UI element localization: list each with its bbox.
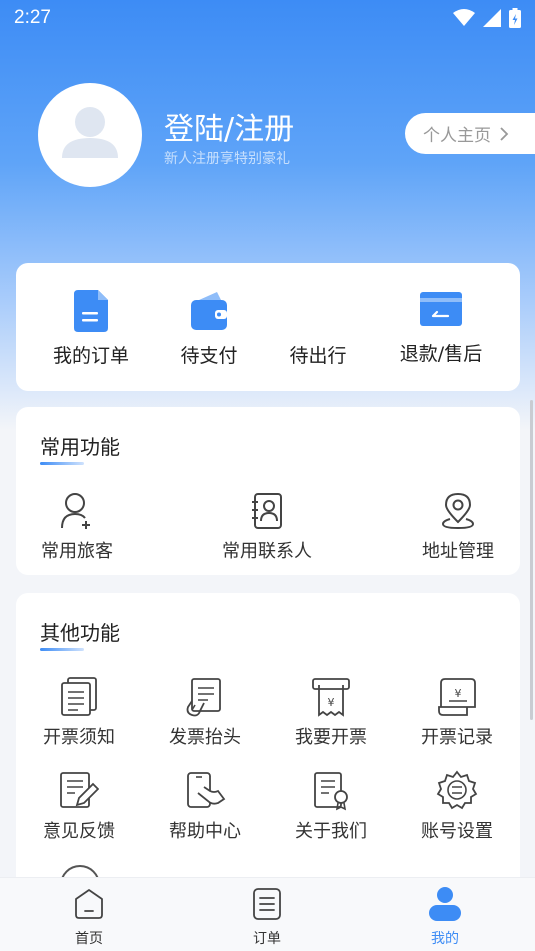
- invoice-notice-icon: [61, 677, 97, 716]
- invoice-record-label: 开票记录: [421, 727, 493, 748]
- tab-home[interactable]: 首页: [49, 886, 129, 948]
- invoice-title-icon: [186, 678, 221, 717]
- other-functions-title: 其他功能: [40, 621, 120, 645]
- avatar[interactable]: [38, 83, 142, 187]
- bottom-tab-bar: 首页 订单 我的: [0, 877, 535, 951]
- wallet-icon: [191, 292, 227, 330]
- frequent-contacts-label: 常用联系人: [222, 541, 312, 562]
- frequent-contacts-item[interactable]: 常用联系人: [212, 491, 322, 563]
- home-icon: [75, 889, 103, 919]
- passenger-icon: [61, 493, 90, 529]
- address-management-item[interactable]: 地址管理: [403, 491, 513, 563]
- refund-after-sales-label: 退款/售后: [399, 343, 483, 365]
- invoice-record-icon: ¥: [438, 678, 476, 716]
- invoice-notice-item[interactable]: 开票须知: [24, 677, 134, 749]
- invoice-title-item[interactable]: 发票抬头: [150, 677, 260, 749]
- contact-book-icon: [252, 493, 282, 529]
- issue-invoice-label: 我要开票: [295, 727, 367, 748]
- feedback-icon: [60, 772, 99, 808]
- tab-home-label: 首页: [75, 931, 103, 947]
- issue-invoice-icon: ¥: [312, 678, 350, 717]
- user-profile-icon: [429, 887, 461, 921]
- scrollbar[interactable]: [530, 400, 533, 720]
- about-us-icon: [314, 772, 348, 811]
- help-center-icon: [187, 772, 226, 808]
- profile-home-label: 个人主页: [423, 126, 491, 146]
- login-subtitle: 新人注册享特别豪礼: [164, 151, 290, 167]
- invoice-title-label: 发票抬头: [169, 727, 241, 748]
- default-avatar-icon: [62, 107, 118, 158]
- location-pin-icon: [441, 492, 475, 530]
- status-time: 2:27: [14, 7, 51, 28]
- orders-list-icon: [253, 888, 281, 920]
- other-functions-card: 其他功能 开票须知 发票抬头 ¥ 我要开票 ¥ 开票记录 意见反馈 帮助中心 关…: [16, 593, 520, 905]
- address-management-label: 地址管理: [422, 541, 494, 562]
- cell-signal-icon: [483, 9, 501, 27]
- svg-text:¥: ¥: [455, 687, 462, 700]
- my-orders-item[interactable]: 我的订单: [36, 289, 146, 368]
- common-functions-card: 常用功能 常用旅客 常用联系人 地址管理: [16, 407, 520, 575]
- feedback-item[interactable]: 意见反馈: [24, 771, 134, 843]
- order-status-card: 我的订单 待支付 待出行 退款/售后: [16, 263, 520, 391]
- issue-invoice-item[interactable]: ¥ 我要开票: [276, 677, 386, 749]
- battery-icon: [509, 8, 521, 28]
- refund-after-sales-item[interactable]: 退款/售后: [386, 287, 496, 366]
- card-refund-icon: [420, 292, 462, 326]
- pending-travel-icon-empty: [263, 289, 373, 333]
- tab-mine-label: 我的: [431, 931, 459, 947]
- common-functions-title: 常用功能: [40, 435, 120, 459]
- pending-travel-item[interactable]: 待出行: [263, 289, 373, 368]
- document-icon: [74, 290, 108, 332]
- account-settings-label: 账号设置: [421, 821, 493, 842]
- status-icons: [453, 8, 521, 28]
- tab-orders[interactable]: 订单: [227, 886, 307, 948]
- feedback-label: 意见反馈: [43, 821, 115, 842]
- invoice-notice-label: 开票须知: [43, 727, 115, 748]
- other-functions-underline: [40, 648, 84, 651]
- common-functions-underline: [40, 462, 84, 465]
- status-bar: 2:27: [0, 0, 535, 36]
- settings-gear-icon: [436, 770, 478, 810]
- chevron-right-icon: [500, 126, 509, 141]
- help-center-item[interactable]: 帮助中心: [150, 771, 260, 843]
- about-us-label: 关于我们: [295, 821, 367, 842]
- pending-payment-item[interactable]: 待支付: [154, 289, 264, 368]
- frequent-passengers-label: 常用旅客: [41, 541, 113, 562]
- login-register-title[interactable]: 登陆/注册: [164, 104, 294, 148]
- frequent-passengers-item[interactable]: 常用旅客: [22, 491, 132, 563]
- invoice-record-item[interactable]: ¥ 开票记录: [402, 677, 512, 749]
- pending-payment-label: 待支付: [180, 345, 238, 367]
- profile-home-button[interactable]: 个人主页: [405, 113, 535, 154]
- account-settings-item[interactable]: 账号设置: [402, 770, 512, 843]
- svg-text:¥: ¥: [328, 696, 335, 709]
- help-center-label: 帮助中心: [169, 821, 241, 842]
- wifi-icon: [453, 9, 475, 26]
- about-us-item[interactable]: 关于我们: [276, 771, 386, 843]
- tab-orders-label: 订单: [253, 931, 281, 947]
- my-orders-label: 我的订单: [52, 345, 129, 367]
- pending-travel-label: 待出行: [289, 345, 347, 367]
- tab-mine[interactable]: 我的: [405, 886, 485, 948]
